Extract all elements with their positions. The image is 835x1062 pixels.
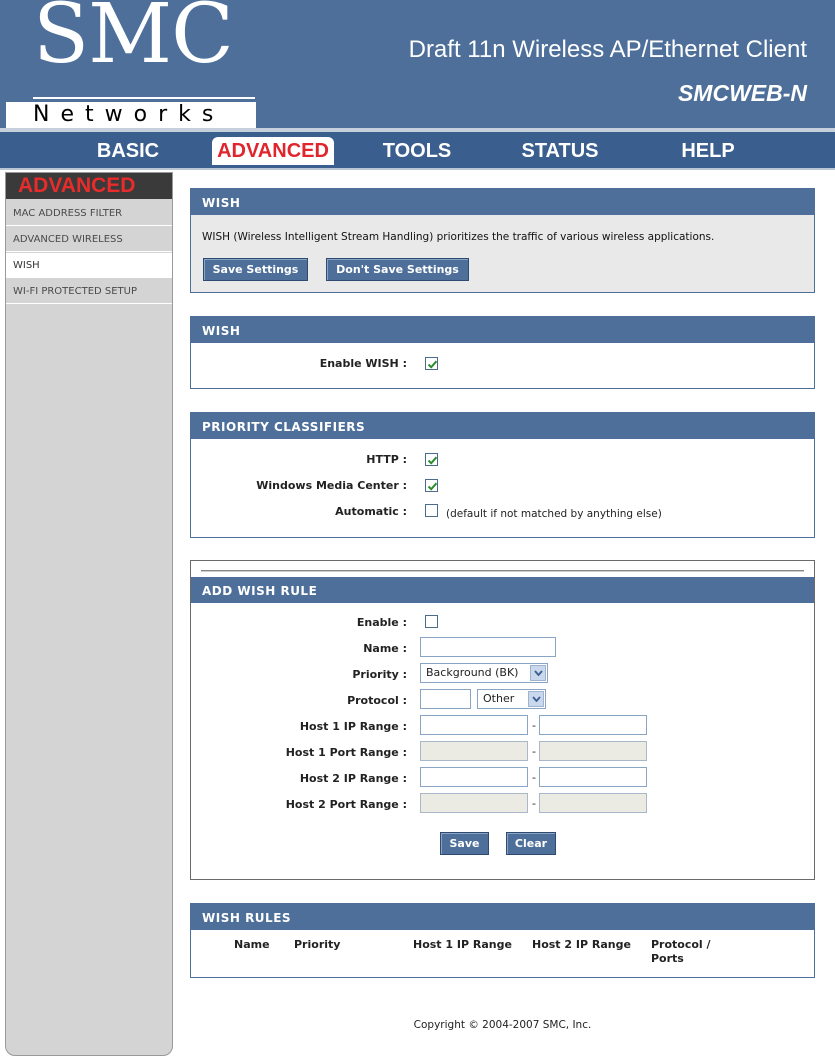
host1-port-end-input[interactable] [539, 741, 647, 761]
logo-smc-text: SMC [33, 0, 234, 82]
save-settings-button[interactable]: Save Settings [203, 258, 308, 281]
column-header-host2-ip-range: Host 2 IP Range [532, 938, 631, 951]
top-nav: BASIC ADVANCED TOOLS STATUS HELP [0, 132, 835, 170]
host2-port-end-input[interactable] [539, 793, 647, 813]
chevron-down-icon [528, 691, 544, 707]
column-header-protocol: Protocol / [651, 938, 711, 951]
host1-ip-range-label: Host 1 IP Range : [299, 720, 407, 733]
priority-selected-value: Background (BK) [426, 666, 519, 679]
priority-select[interactable]: Background (BK) [420, 663, 548, 683]
product-model: SMCWEB-N [677, 80, 807, 106]
wish-rules-panel: WISH RULES Name Priority Host 1 IP Range… [190, 903, 815, 978]
chevron-down-icon [530, 665, 546, 681]
protocol-selected-value: Other [483, 692, 515, 705]
host1-ip-end-input[interactable] [539, 715, 647, 735]
rule-enable-checkbox[interactable] [425, 615, 438, 628]
wish-intro-panel: WISH WISH (Wireless Intelligent Stream H… [190, 188, 815, 293]
column-header-host1-ip-range: Host 1 IP Range [413, 938, 512, 951]
sidebar-title: ADVANCED [6, 173, 172, 199]
protocol-number-input[interactable] [420, 689, 471, 709]
checkmark-icon [427, 456, 438, 465]
wish-enable-panel: WISH Enable WISH : [190, 316, 815, 389]
save-rule-button[interactable]: Save [440, 832, 489, 855]
host1-port-start-input[interactable] [420, 741, 528, 761]
panel-title: WISH [191, 317, 814, 343]
range-dash: - [532, 771, 536, 784]
panel-title: PRIORITY CLASSIFIERS [191, 413, 814, 439]
sidebar-item-advanced-wireless[interactable]: ADVANCED WIRELESS [6, 227, 172, 252]
nav-help[interactable]: HELP [660, 137, 756, 165]
priority-label: Priority : [352, 668, 407, 681]
product-title: Draft 11n Wireless AP/Ethernet Client [408, 36, 807, 63]
range-dash: - [532, 719, 536, 732]
http-checkbox[interactable] [425, 453, 438, 466]
host2-port-start-input[interactable] [420, 793, 528, 813]
checkmark-icon [427, 360, 438, 369]
logo-divider [33, 97, 255, 99]
sidebar: ADVANCED MAC ADDRESS FILTER ADVANCED WIR… [5, 172, 173, 1056]
priority-classifiers-panel: PRIORITY CLASSIFIERS HTTP : Windows Medi… [190, 412, 815, 538]
rule-enable-label: Enable : [356, 616, 407, 629]
automatic-checkbox[interactable] [425, 504, 438, 517]
panel-title: ADD WISH RULE [191, 577, 814, 603]
wish-description: WISH (Wireless Intelligent Stream Handli… [202, 231, 715, 243]
http-label: HTTP : [366, 453, 407, 466]
panel-divider [201, 570, 804, 572]
automatic-label: Automatic : [335, 505, 407, 518]
rule-name-label: Name : [363, 642, 407, 655]
smc-logo: SMC Networks [3, 0, 256, 132]
protocol-label: Protocol : [347, 694, 407, 707]
host1-port-range-label: Host 1 Port Range : [285, 746, 407, 759]
column-header-name: Name [234, 938, 270, 951]
automatic-note: (default if not matched by anything else… [446, 508, 662, 520]
sidebar-item-wifi-protected-setup[interactable]: WI-FI PROTECTED SETUP [6, 279, 172, 304]
host1-ip-start-input[interactable] [420, 715, 528, 735]
sidebar-item-mac-address-filter[interactable]: MAC ADDRESS FILTER [6, 201, 172, 226]
enable-wish-label: Enable WISH : [319, 357, 407, 370]
range-dash: - [532, 797, 536, 810]
nav-status[interactable]: STATUS [505, 137, 615, 165]
page-header: SMC Networks Draft 11n Wireless AP/Ether… [0, 0, 835, 132]
panel-title: WISH [191, 189, 814, 215]
column-header-ports: Ports [651, 952, 684, 965]
add-wish-rule-panel: ADD WISH RULE Enable : Name : Priority :… [190, 560, 815, 880]
windows-media-center-checkbox[interactable] [425, 479, 438, 492]
dont-save-settings-button[interactable]: Don't Save Settings [326, 258, 469, 281]
rule-name-input[interactable] [420, 637, 556, 657]
logo-networks-text: Networks [33, 102, 225, 127]
panel-title: WISH RULES [191, 904, 814, 930]
range-dash: - [532, 745, 536, 758]
column-header-priority: Priority [294, 938, 341, 951]
nav-tools[interactable]: TOOLS [365, 137, 469, 165]
clear-rule-button[interactable]: Clear [506, 832, 556, 855]
enable-wish-checkbox[interactable] [425, 357, 438, 370]
copyright-text: Copyright © 2004-2007 SMC, Inc. [413, 1019, 592, 1031]
host2-port-range-label: Host 2 Port Range : [285, 798, 407, 811]
windows-media-center-label: Windows Media Center : [256, 479, 407, 492]
host2-ip-end-input[interactable] [539, 767, 647, 787]
checkmark-icon [427, 482, 438, 491]
nav-basic[interactable]: BASIC [72, 137, 184, 165]
host2-ip-start-input[interactable] [420, 767, 528, 787]
protocol-select[interactable]: Other [477, 689, 546, 709]
nav-advanced[interactable]: ADVANCED [212, 137, 334, 165]
sidebar-item-wish[interactable]: WISH [6, 253, 172, 278]
host2-ip-range-label: Host 2 IP Range : [299, 772, 407, 785]
